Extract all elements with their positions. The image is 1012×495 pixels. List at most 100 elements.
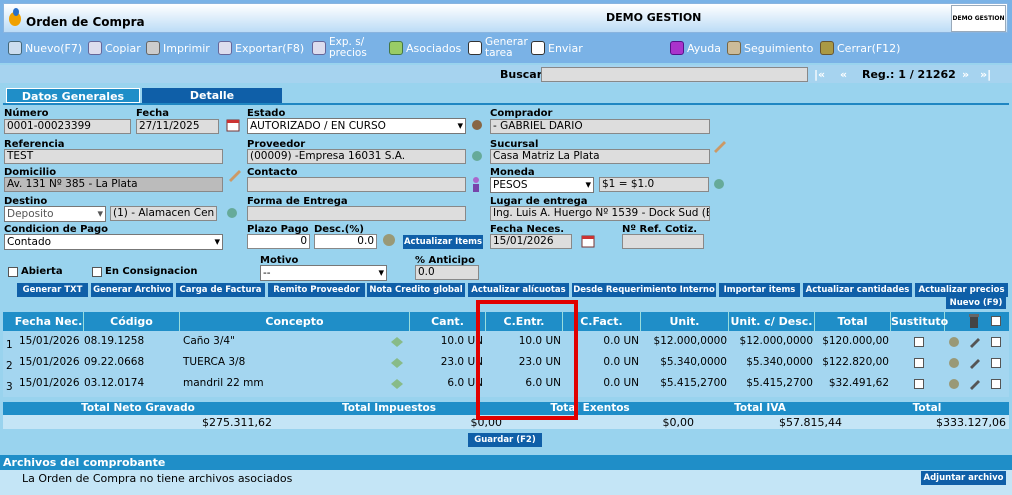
row-total: $122.820,00 xyxy=(822,356,889,368)
col-concepto[interactable]: Concepto xyxy=(180,312,410,331)
col-fecha-nec[interactable]: Fecha Nec. xyxy=(14,312,84,331)
almacen-field[interactable]: (1) - Alamacen Cen xyxy=(110,206,217,221)
exportar-button[interactable]: Exportar(F8) xyxy=(218,37,304,59)
forma-entrega-field[interactable] xyxy=(247,206,466,221)
proveedor-field[interactable]: (00009) -Empresa 16031 S.A. xyxy=(247,149,466,164)
proveedor-search-icon[interactable] xyxy=(470,149,484,163)
calendar-icon[interactable] xyxy=(225,117,241,133)
col-cant[interactable]: Cant. xyxy=(410,312,486,331)
remito-proveedor-button[interactable]: Remito Proveedor xyxy=(268,283,365,297)
lugar-entrega-field[interactable]: Ing. Luis A. Huergo Nº 1539 - Dock Sud (… xyxy=(490,206,710,221)
asociados-button[interactable]: Asociados xyxy=(389,37,461,59)
row-sustituto-checkbox[interactable] xyxy=(914,337,924,347)
last-record-button[interactable]: »| xyxy=(980,68,991,81)
generar-tarea-button[interactable]: Generar tarea xyxy=(468,37,528,59)
search-input[interactable] xyxy=(541,67,808,82)
enviar-button[interactable]: Enviar xyxy=(531,37,583,59)
row-info-icon[interactable] xyxy=(390,356,404,368)
nuevo-item-button[interactable]: Nuevo (F9) xyxy=(946,297,1006,309)
numero-field[interactable]: 0001-00023399 xyxy=(4,119,131,134)
abierta-checkbox[interactable] xyxy=(8,267,18,277)
condicion-pago-select[interactable]: Contado xyxy=(4,234,223,250)
row-sustituto-checkbox[interactable] xyxy=(914,358,924,368)
sucursal-field[interactable]: Casa Matriz La Plata xyxy=(490,149,710,164)
tab-datos-generales[interactable]: Datos Generales xyxy=(6,88,140,103)
select-all-checkbox[interactable] xyxy=(991,316,1001,326)
row-settings-icon[interactable] xyxy=(947,377,961,391)
adjuntar-archivo-button[interactable]: Adjuntar archivo xyxy=(921,471,1006,485)
comprador-field[interactable]: - GABRIEL DARIO xyxy=(490,119,710,134)
next-record-button[interactable]: » xyxy=(962,68,969,81)
row-edit-icon[interactable] xyxy=(968,335,982,349)
row-edit-icon[interactable] xyxy=(968,377,982,391)
row-info-icon[interactable] xyxy=(390,335,404,347)
sucursal-edit-icon[interactable] xyxy=(712,139,728,155)
gen-line2: tarea xyxy=(485,47,513,59)
exp-line2: precios xyxy=(329,47,367,59)
domicilio-edit-icon[interactable] xyxy=(227,168,243,184)
consignacion-checkbox[interactable] xyxy=(92,267,102,277)
row-sustituto-checkbox[interactable] xyxy=(914,379,924,389)
first-record-button[interactable]: |« xyxy=(814,68,825,81)
actualizar-precios-button[interactable]: Actualizar precios xyxy=(915,283,1008,297)
desde-requerimiento-button[interactable]: Desde Requerimiento Interno xyxy=(572,283,716,297)
row-info-icon[interactable] xyxy=(390,377,404,389)
archivos-empty-text: La Orden de Compra no tiene archivos aso… xyxy=(22,472,293,485)
nuevo-label: Nuevo(F7) xyxy=(25,41,83,55)
imprimir-button[interactable]: Imprimir xyxy=(146,37,210,59)
fecha-necesidad-field[interactable]: 15/01/2026 xyxy=(490,234,572,249)
actualizar-items-button[interactable]: Actualizar Items xyxy=(403,235,483,249)
carga-factura-button[interactable]: Carga de Factura xyxy=(176,283,265,297)
col-unit-desc[interactable]: Unit. c/ Desc. xyxy=(729,312,815,331)
guardar-button[interactable]: Guardar (F2) xyxy=(468,433,542,447)
copiar-button[interactable]: Copiar xyxy=(88,37,141,59)
nota-credito-global-button[interactable]: Nota Credito global xyxy=(367,283,465,297)
domicilio-field[interactable]: Av. 131 Nº 385 - La Plata xyxy=(4,177,223,192)
almacen-search-icon[interactable] xyxy=(225,206,239,220)
contacto-person-icon[interactable] xyxy=(470,176,482,192)
plazo-pago-field[interactable]: 0 xyxy=(247,234,310,249)
cotizacion-refresh-icon[interactable] xyxy=(712,177,726,191)
seguimiento-label: Seguimiento xyxy=(744,41,814,55)
row-select-checkbox[interactable] xyxy=(991,379,1001,389)
tab-detalle[interactable]: Detalle xyxy=(142,88,282,103)
ref-cotizacion-field[interactable] xyxy=(622,234,704,249)
importar-items-button[interactable]: Importar items xyxy=(719,283,800,297)
col-unit[interactable]: Unit. xyxy=(641,312,729,331)
referencia-field[interactable]: TEST xyxy=(4,149,223,164)
estado-info-icon[interactable] xyxy=(470,118,484,132)
generar-archivo-button[interactable]: Generar Archivo xyxy=(91,283,173,297)
prev-record-button[interactable]: « xyxy=(840,68,847,81)
nuevo-button[interactable]: Nuevo(F7) xyxy=(8,37,82,59)
actualizar-alicuotas-button[interactable]: Actualizar alícuotas xyxy=(468,283,569,297)
fecha-field[interactable]: 27/11/2025 xyxy=(136,119,219,134)
total-iva-value: $57.815,44 xyxy=(779,416,842,429)
trash-header-icon xyxy=(968,313,980,329)
col-total[interactable]: Total xyxy=(815,312,891,331)
row-settings-icon[interactable] xyxy=(947,335,961,349)
destino-select[interactable]: Deposito xyxy=(4,206,106,222)
ayuda-button[interactable]: Ayuda xyxy=(670,37,721,59)
col-sustituto[interactable]: Sustituto xyxy=(891,312,948,331)
generar-txt-button[interactable]: Generar TXT xyxy=(17,283,88,297)
anticipo-field[interactable]: 0.0 xyxy=(415,265,479,280)
row-edit-icon[interactable] xyxy=(968,356,982,370)
seguimiento-button[interactable]: Seguimiento xyxy=(727,37,813,59)
row-settings-icon[interactable] xyxy=(947,356,961,370)
cotizacion-field[interactable]: $1 = $1.0 xyxy=(599,177,709,192)
motivo-select[interactable]: -- xyxy=(260,265,387,281)
contacto-field[interactable] xyxy=(247,177,466,192)
descuento-field[interactable]: 0.0 xyxy=(314,234,377,249)
descuento-apply-icon[interactable] xyxy=(381,232,397,248)
row-select-checkbox[interactable] xyxy=(991,337,1001,347)
col-codigo[interactable]: Código xyxy=(84,312,180,331)
actualizar-cantidades-button[interactable]: Actualizar cantidades xyxy=(803,283,912,297)
fecha-necesidad-calendar-icon[interactable] xyxy=(580,233,596,249)
row-select-checkbox[interactable] xyxy=(991,358,1001,368)
cerrar-button[interactable]: Cerrar(F12) xyxy=(820,37,900,59)
estado-select[interactable]: AUTORIZADO / EN CURSO xyxy=(247,118,466,134)
exp-precios-button[interactable]: Exp. s/precios xyxy=(312,37,367,59)
row-fecha: 15/01/2026 xyxy=(19,377,80,389)
row-fecha: 15/01/2026 xyxy=(19,356,80,368)
moneda-select[interactable]: PESOS xyxy=(490,177,594,193)
